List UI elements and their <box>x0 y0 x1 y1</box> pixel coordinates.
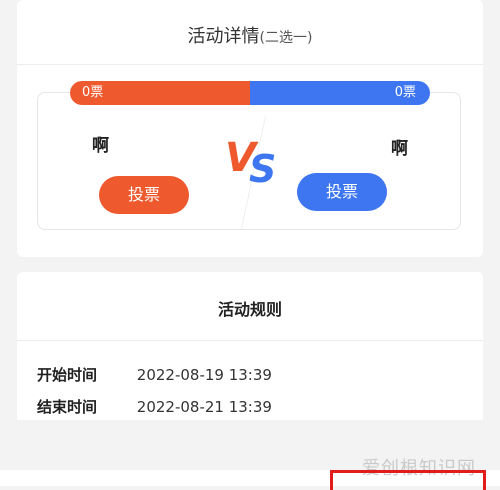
detail-title: 活动详情(二选一) <box>17 22 483 48</box>
left-vote-count: 0票 <box>70 81 250 105</box>
right-vote-button[interactable]: 投票 <box>297 173 387 211</box>
right-option-name: 啊 <box>391 139 408 159</box>
activity-detail-card: 活动详情(二选一) 0票 0票 啊 啊 V S 投票 投票 <box>17 0 483 257</box>
end-time-row: 结束时间 2022-08-21 13:39 <box>37 396 272 417</box>
vs-s-letter: S <box>249 147 277 191</box>
detail-subtitle: (二选一) <box>259 30 313 46</box>
left-vote-button[interactable]: 投票 <box>99 176 189 214</box>
detail-title-text: 活动详情 <box>187 26 260 47</box>
end-time-label: 结束时间 <box>37 398 98 416</box>
activity-rules-card: 活动规则 开始时间 2022-08-19 13:39 结束时间 2022-08-… <box>17 272 483 420</box>
left-option-name: 啊 <box>92 136 109 156</box>
rules-title: 活动规则 <box>217 300 282 319</box>
end-time-value: 2022-08-21 13:39 <box>136 398 272 416</box>
start-time-value: 2022-08-19 13:39 <box>136 366 272 384</box>
vs-icon: V S <box>225 135 285 191</box>
vote-progress-bar: 0票 0票 <box>70 81 430 105</box>
divider <box>17 340 483 341</box>
start-time-label: 开始时间 <box>37 366 98 384</box>
start-time-row: 开始时间 2022-08-19 13:39 <box>37 364 272 385</box>
right-vote-count: 0票 <box>250 81 430 105</box>
highlight-frame <box>330 470 486 490</box>
divider <box>17 64 483 65</box>
